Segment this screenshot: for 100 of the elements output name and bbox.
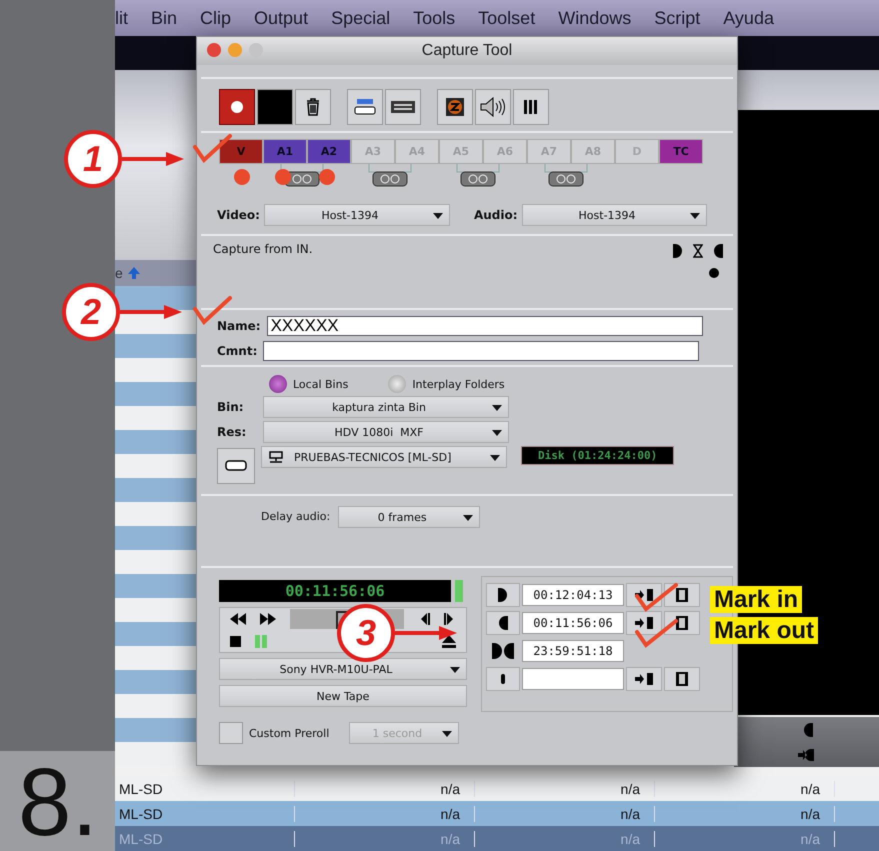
- window-title: Capture Tool: [422, 42, 512, 60]
- go-to-button[interactable]: [626, 611, 662, 635]
- step-number: 1: [64, 130, 122, 188]
- field-label: Video:: [217, 208, 260, 222]
- caret-icon: [450, 667, 460, 673]
- trash-button[interactable]: [295, 89, 331, 125]
- delay-audio-dropdown[interactable]: 0 frames: [338, 506, 480, 528]
- check-mark: [634, 582, 678, 612]
- table-cell: n/a: [475, 806, 655, 822]
- table-cell: ML-SD: [115, 830, 295, 846]
- menu-item[interactable]: Output: [254, 8, 308, 28]
- deck-dropdown[interactable]: Sony HVR-M10U-PAL: [219, 658, 467, 680]
- table-cell: n/a: [295, 830, 475, 846]
- menu-item[interactable]: Clip: [200, 8, 232, 28]
- frame-icon: [676, 588, 688, 602]
- clear-mark-button[interactable]: [664, 583, 700, 607]
- radio-button[interactable]: [388, 375, 406, 393]
- mark-in-icon: [673, 244, 683, 258]
- radio-label: Local Bins: [293, 378, 348, 390]
- step-number: 2: [62, 283, 120, 341]
- field-label: Cmnt:: [217, 344, 258, 358]
- link-icon[interactable]: [455, 164, 501, 188]
- field-label: Res:: [217, 425, 248, 439]
- step-forward-icon[interactable]: [444, 613, 456, 625]
- stop-icon[interactable]: [230, 636, 241, 646]
- field-label: Audio:: [474, 208, 518, 222]
- checkbox-label: Custom Preroll: [249, 726, 330, 740]
- video-input-dropdown[interactable]: Host-1394: [264, 204, 450, 226]
- timecode-field[interactable]: 00:12:04:13: [522, 584, 624, 606]
- menu-item[interactable]: Toolset: [478, 8, 536, 28]
- drive-button[interactable]: [217, 448, 255, 484]
- field-label: Name:: [217, 319, 261, 333]
- meters-icon: [523, 99, 539, 115]
- callout-label: Mark out: [710, 617, 818, 644]
- go-to-icon: [635, 589, 653, 601]
- menu-item[interactable]: Bin: [151, 8, 178, 28]
- timecode-field[interactable]: 00:11:56:06: [522, 612, 624, 634]
- radio-option[interactable]: Interplay Folders: [388, 375, 505, 393]
- mark-out-icon: [713, 244, 723, 258]
- mark-out-button[interactable]: [486, 611, 520, 635]
- table-cell: n/a: [475, 830, 655, 846]
- link-icon[interactable]: [367, 164, 413, 188]
- new-tape-button[interactable]: New Tape: [219, 685, 467, 707]
- table-cell: ML-SD: [115, 806, 295, 822]
- bin-dropdown[interactable]: kaptura zinta Bin: [263, 396, 509, 418]
- menu-item[interactable]: Tools: [413, 8, 456, 28]
- clear-mark-button[interactable]: [664, 611, 700, 635]
- bin-row[interactable]: ML-SD n/a n/a n/a: [115, 801, 879, 826]
- comment-field[interactable]: [263, 341, 700, 361]
- caret-icon: [442, 731, 452, 737]
- hourglass-icon: [693, 244, 703, 258]
- menu-item[interactable]: lit: [115, 8, 128, 28]
- audio-button[interactable]: [475, 89, 511, 125]
- go-to-button[interactable]: [626, 667, 662, 691]
- link-icon[interactable]: [543, 164, 589, 188]
- trash-icon: [306, 98, 320, 116]
- frame-icon: [676, 672, 688, 686]
- page-number: 8.: [18, 755, 98, 851]
- capture-mode-button[interactable]: [347, 89, 383, 125]
- arrow-icon: [395, 625, 457, 641]
- drive-dropdown[interactable]: PRUEBAS-TECNICOS [ML-SD]: [261, 446, 507, 468]
- menu-item[interactable]: Special: [331, 8, 390, 28]
- drive-icon: [225, 460, 247, 472]
- name-field[interactable]: XXXXXX: [266, 316, 703, 336]
- column-title[interactable]: e: [115, 265, 123, 281]
- fast-forward-icon[interactable]: [260, 613, 276, 625]
- deck-button[interactable]: [385, 89, 421, 125]
- timecode-field[interactable]: [522, 668, 624, 690]
- go-to-out-icon[interactable]: [798, 749, 816, 761]
- record-icon: [230, 100, 244, 114]
- menu-item[interactable]: Windows: [558, 8, 632, 28]
- record-button[interactable]: [219, 89, 255, 125]
- rewind-icon[interactable]: [230, 613, 246, 625]
- duration-icon: [492, 643, 514, 659]
- dropdown-value: PRUEBAS-TECNICOS [ML-SD]: [294, 450, 452, 464]
- table-cell: ML-SD: [115, 780, 295, 796]
- radio-button[interactable]: [269, 375, 287, 393]
- close-button[interactable]: [207, 43, 221, 57]
- table-cell: n/a: [475, 780, 655, 796]
- audio-input-dropdown[interactable]: Host-1394: [522, 204, 707, 226]
- eject-icon[interactable]: [442, 634, 456, 648]
- arrow-icon: [120, 304, 182, 320]
- radio-option[interactable]: Local Bins: [269, 375, 348, 393]
- arrow-icon: [122, 151, 184, 167]
- menu-item[interactable]: Script: [654, 8, 700, 28]
- clear-button[interactable]: [486, 667, 520, 691]
- mark-in-button[interactable]: [486, 583, 520, 607]
- timecode-field[interactable]: 23:59:51:18: [522, 640, 624, 662]
- caret-icon: [690, 213, 700, 219]
- check-mark: [192, 133, 232, 163]
- caret-icon: [492, 405, 502, 411]
- dot-icon: [709, 268, 719, 278]
- video-preview-button[interactable]: [257, 89, 293, 125]
- timecode-button[interactable]: [437, 89, 473, 125]
- audio-tool-button[interactable]: [513, 89, 549, 125]
- resolution-dropdown[interactable]: HDV 1080i MXF: [263, 421, 509, 443]
- clear-mark-button[interactable]: [664, 667, 700, 691]
- menu-item[interactable]: Ayuda: [723, 8, 774, 28]
- disk-space-display: Disk (01:24:24:00): [521, 446, 674, 465]
- check-mark: [634, 618, 678, 648]
